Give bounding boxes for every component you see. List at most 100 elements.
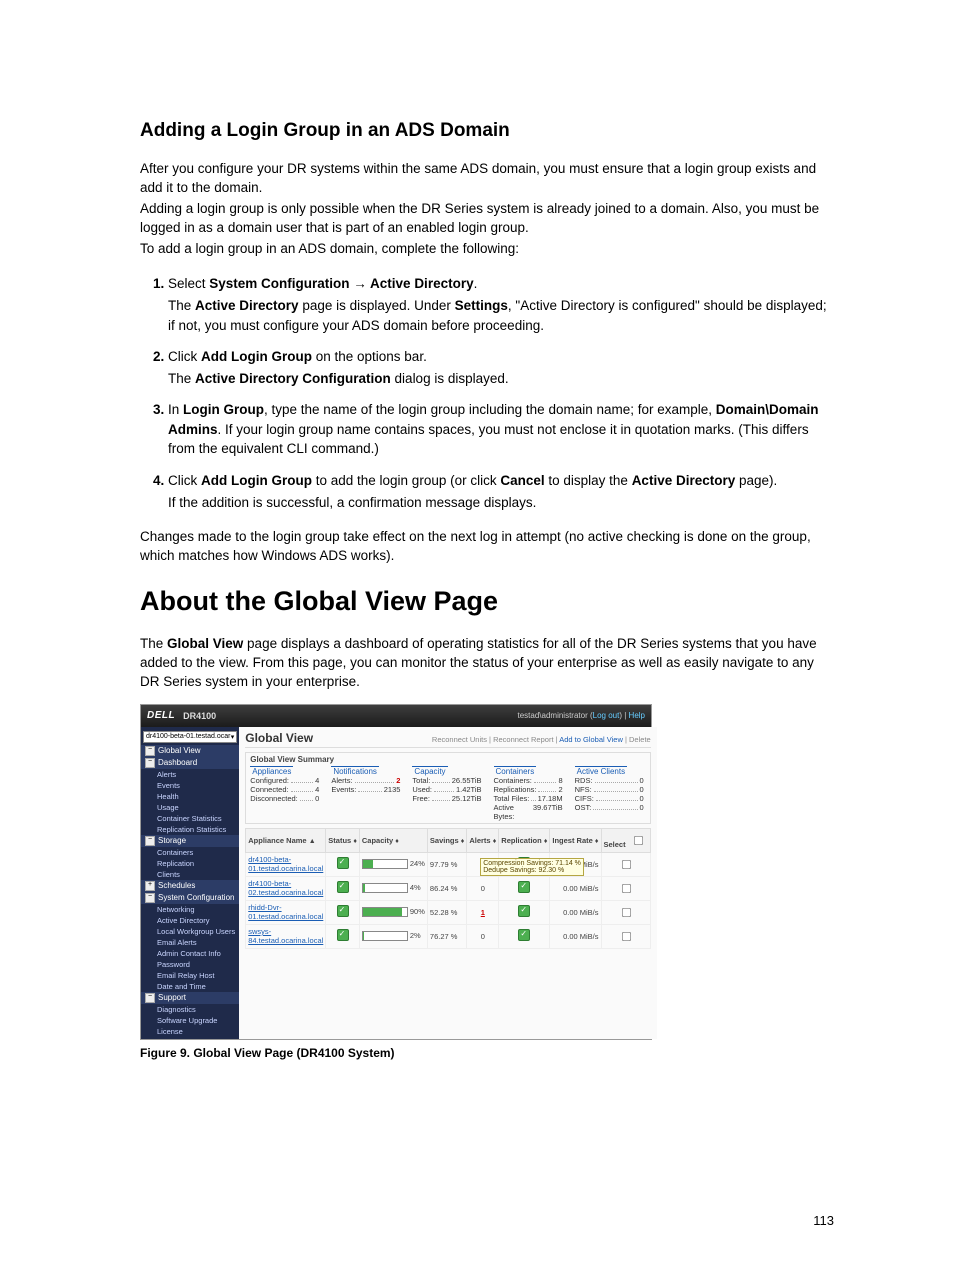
host-selector[interactable]: dr4100-beta-01.testad.ocar▾ (143, 731, 237, 743)
user-area: testad\administrator (Log out) | Help (518, 711, 646, 720)
appliance-link[interactable]: swsys-84.testad.ocarina.local (248, 927, 323, 945)
replication-ok-icon (518, 905, 530, 917)
screenshot-global-view: DELL DR4100 testad\administrator (Log ou… (140, 704, 652, 1040)
logout-link[interactable]: Log out (593, 711, 620, 720)
nav-containers[interactable]: Containers (141, 847, 239, 858)
row-select-checkbox[interactable] (622, 931, 631, 940)
appliance-link[interactable]: dr4100-beta-01.testad.ocarina.local (248, 855, 323, 873)
step-1: Select System Configuration → Active Dir… (168, 274, 834, 335)
col-name[interactable]: Appliance Name ▲ (246, 828, 326, 852)
reconnect-report-link[interactable]: Reconnect Report (493, 735, 553, 744)
add-to-global-view-link[interactable]: Add to Global View (559, 735, 623, 744)
status-ok-icon (337, 881, 349, 893)
capacity-bar (362, 883, 408, 893)
appliance-link[interactable]: rhidd-Dvr-01.testad.ocarina.local (248, 903, 323, 921)
section2-para: The Global View page displays a dashboar… (140, 635, 834, 692)
reconnect-units-link[interactable]: Reconnect Units (432, 735, 487, 744)
nav-replication-stats[interactable]: Replication Statistics (141, 824, 239, 835)
table-row: dr4100-beta-01.testad.ocarina.local24%97… (246, 852, 650, 876)
table-row: dr4100-beta-02.testad.ocarina.local4%86.… (246, 876, 650, 900)
col-select[interactable]: Select (601, 828, 650, 852)
nav-storage[interactable]: −Storage (141, 835, 239, 847)
collapse-icon[interactable]: − (145, 836, 155, 846)
nav-email-alerts[interactable]: Email Alerts (141, 937, 239, 948)
nav-events[interactable]: Events (141, 780, 239, 791)
section1-para3: To add a login group in an ADS domain, c… (140, 240, 834, 259)
step-3: In Login Group, type the name of the log… (168, 400, 834, 459)
sort-icon: ♦ (544, 838, 548, 845)
col-replication[interactable]: Replication ♦ (499, 828, 550, 852)
status-ok-icon (337, 857, 349, 869)
sort-icon: ♦ (493, 838, 497, 845)
nav-alerts[interactable]: Alerts (141, 769, 239, 780)
nav-license[interactable]: License (141, 1026, 239, 1037)
select-all-checkbox[interactable] (634, 835, 643, 844)
status-ok-icon (337, 929, 349, 941)
col-capacity[interactable]: Capacity ♦ (359, 828, 427, 852)
row-select-checkbox[interactable] (622, 907, 631, 916)
expand-icon[interactable]: + (145, 881, 155, 891)
app-header: DELL DR4100 testad\administrator (Log ou… (141, 705, 651, 727)
col-ingest[interactable]: Ingest Rate ♦ (550, 828, 601, 852)
nav-dashboard[interactable]: −Dashboard (141, 757, 239, 769)
nav-global-view[interactable]: −Global View (141, 745, 239, 757)
sort-icon: ♦ (461, 838, 465, 845)
sort-asc-icon: ▲ (309, 838, 316, 845)
nav-schedules[interactable]: +Schedules (141, 880, 239, 892)
steps-list: Select System Configuration → Active Dir… (140, 274, 834, 512)
section2-title: About the Global View Page (140, 586, 834, 617)
nav-software-upgrade[interactable]: Software Upgrade (141, 1015, 239, 1026)
section1-title: Adding a Login Group in an ADS Domain (140, 120, 834, 142)
col-status[interactable]: Status ♦ (326, 828, 360, 852)
main-content: Global View Reconnect Units | Reconnect … (239, 727, 656, 1039)
page-number: 113 (813, 1213, 834, 1228)
nav-email-relay[interactable]: Email Relay Host (141, 970, 239, 981)
collapse-icon[interactable]: − (145, 993, 155, 1003)
page-title: Global View (245, 731, 313, 745)
col-notifications: Notifications Alerts:2 Events:2135 (331, 766, 402, 821)
col-capacity: Capacity Total:26.55TiB Used:1.42TiB Fre… (412, 766, 483, 821)
dell-logo: DELL (147, 710, 175, 721)
col-alerts[interactable]: Alerts ♦ (467, 828, 499, 852)
model-label: DR4100 (183, 711, 216, 721)
nav-system-config[interactable]: −System Configuration (141, 892, 239, 904)
table-row: swsys-84.testad.ocarina.local2%76.27 %00… (246, 924, 650, 948)
summary-panel: Global View Summary Appliances Configure… (245, 752, 650, 824)
appliance-table: Appliance Name ▲ Status ♦ Capacity ♦ Sav… (245, 828, 650, 949)
status-ok-icon (337, 905, 349, 917)
nav-networking[interactable]: Networking (141, 904, 239, 915)
capacity-bar (362, 931, 408, 941)
nav-replication[interactable]: Replication (141, 858, 239, 869)
nav-container-stats[interactable]: Container Statistics (141, 813, 239, 824)
nav-support[interactable]: −Support (141, 992, 239, 1004)
collapse-icon[interactable]: − (145, 893, 155, 903)
collapse-icon[interactable]: − (145, 746, 155, 756)
replication-ok-icon (518, 929, 530, 941)
step-4: Click Add Login Group to add the login g… (168, 471, 834, 512)
sort-icon: ♦ (595, 838, 599, 845)
col-savings[interactable]: Savings ♦ (427, 828, 466, 852)
alert-count[interactable]: 1 (481, 908, 485, 917)
row-select-checkbox[interactable] (622, 859, 631, 868)
nav-password[interactable]: Password (141, 959, 239, 970)
capacity-bar (362, 907, 408, 917)
delete-link[interactable]: Delete (629, 735, 651, 744)
nav-local-wg-users[interactable]: Local Workgroup Users (141, 926, 239, 937)
action-bar: Reconnect Units | Reconnect Report | Add… (432, 735, 651, 744)
section1-after: Changes made to the login group take eff… (140, 528, 834, 566)
col-containers: Containers Containers:8 Replications:2 T… (494, 766, 565, 821)
nav-date-time[interactable]: Date and Time (141, 981, 239, 992)
replication-ok-icon (518, 881, 530, 893)
appliance-link[interactable]: dr4100-beta-02.testad.ocarina.local (248, 879, 323, 897)
row-select-checkbox[interactable] (622, 883, 631, 892)
summary-title: Global View Summary (250, 755, 645, 764)
collapse-icon[interactable]: − (145, 758, 155, 768)
nav-admin-contact[interactable]: Admin Contact Info (141, 948, 239, 959)
nav-diagnostics[interactable]: Diagnostics (141, 1004, 239, 1015)
col-appliances: Appliances Configured:4 Connected:4 Disc… (250, 766, 321, 821)
nav-clients[interactable]: Clients (141, 869, 239, 880)
nav-active-directory[interactable]: Active Directory (141, 915, 239, 926)
nav-health[interactable]: Health (141, 791, 239, 802)
help-link[interactable]: Help (629, 711, 645, 720)
nav-usage[interactable]: Usage (141, 802, 239, 813)
